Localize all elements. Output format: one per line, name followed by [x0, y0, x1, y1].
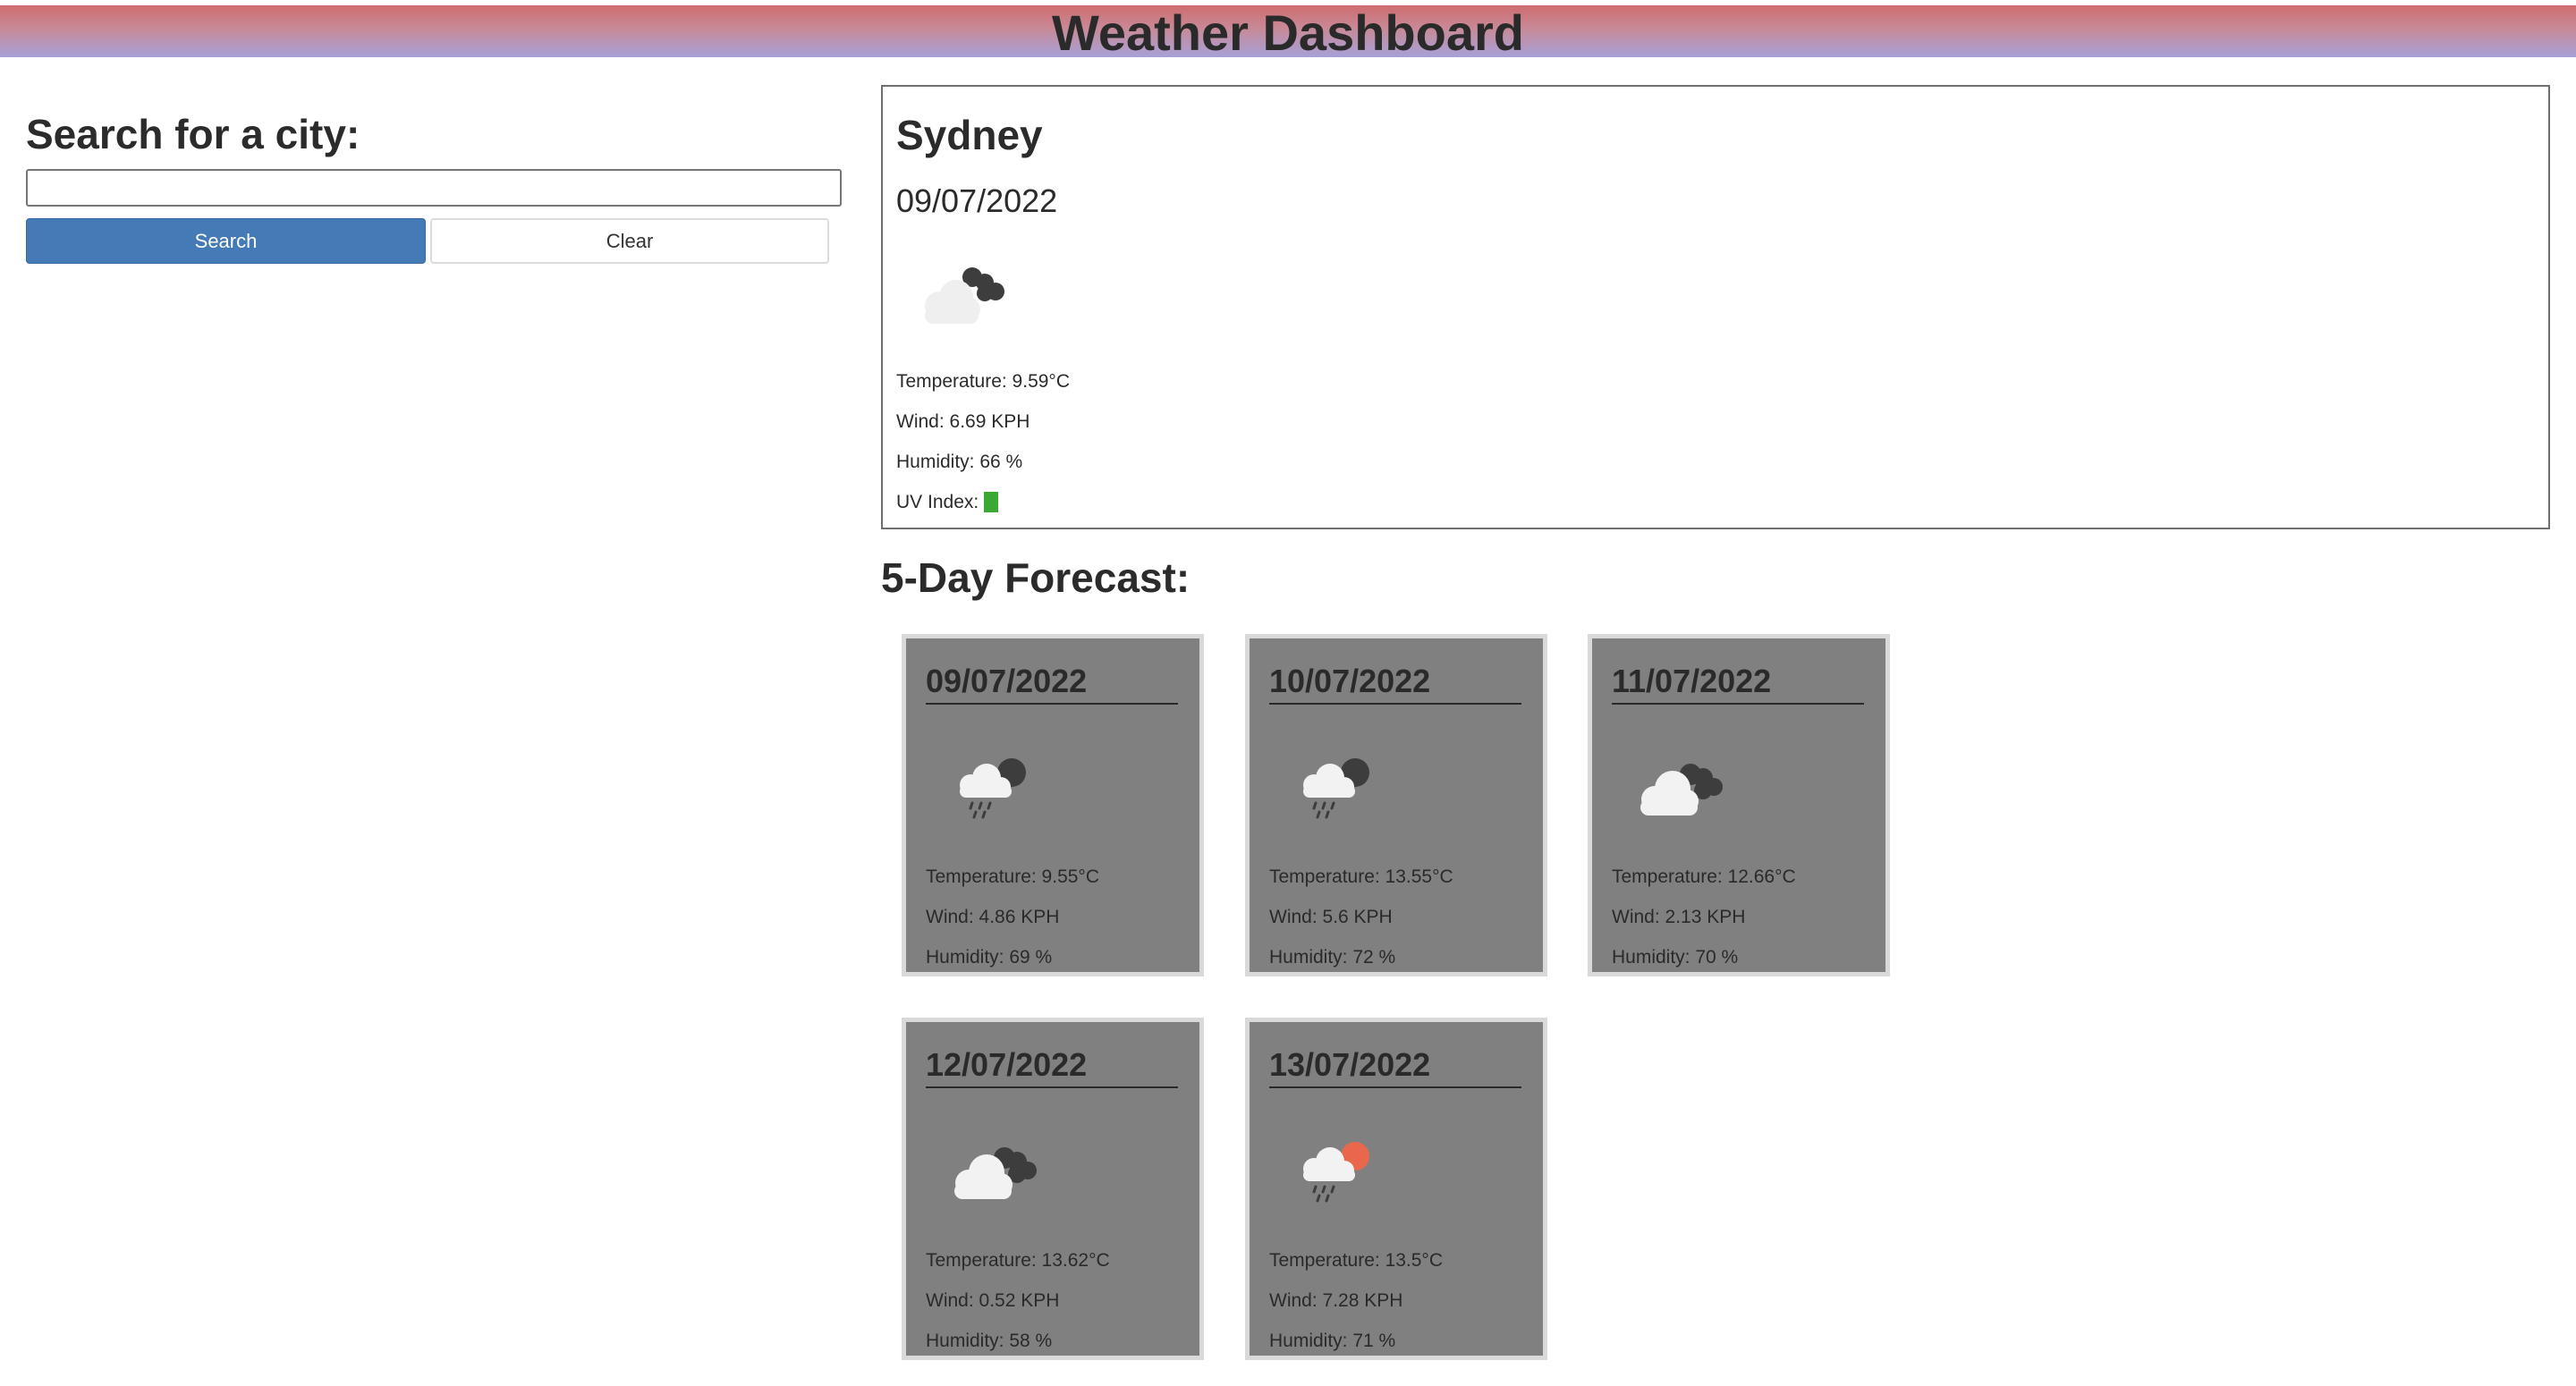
forecast-humidity: Humidity: 71 %	[1269, 1331, 1396, 1351]
forecast-date: 13/07/2022	[1269, 1045, 1521, 1088]
cloudy-icon	[1628, 746, 1735, 826]
current-temperature: Temperature: 9.59°C	[896, 371, 1070, 392]
forecast-wind: Wind: 5.6 KPH	[1269, 907, 1393, 927]
header-bar: Weather Dashboard	[0, 5, 2576, 61]
forecast-date: 12/07/2022	[926, 1045, 1178, 1088]
clear-button[interactable]: Clear	[430, 218, 829, 264]
current-wind: Wind: 6.69 KPH	[896, 411, 1030, 432]
forecast-humidity: Humidity: 69 %	[926, 947, 1053, 968]
forecast-wind: Wind: 4.86 KPH	[926, 907, 1060, 927]
forecast-date: 10/07/2022	[1269, 662, 1521, 705]
current-humidity: Humidity: 66 %	[896, 452, 1023, 472]
forecast-card: 12/07/2022 Temperature: 13.62°C Wind: 0.…	[902, 1018, 1204, 1360]
search-panel: Search for a city: Search Clear	[26, 107, 842, 264]
forecast-date: 11/07/2022	[1612, 662, 1864, 705]
city-name: Sydney	[896, 112, 1043, 158]
forecast-humidity: Humidity: 72 %	[1269, 947, 1396, 968]
search-button[interactable]: Search	[26, 218, 426, 264]
forecast-humidity: Humidity: 58 %	[926, 1331, 1053, 1351]
forecast-humidity: Humidity: 70 %	[1612, 947, 1739, 968]
forecast-card: 09/07/2022 Temperature: 9.55°C Wind: 4.8…	[902, 634, 1204, 976]
forecast-card: 10/07/2022 Temperature: 13.55°C Wind: 5.…	[1245, 634, 1547, 976]
forecast-temperature: Temperature: 12.66°C	[1612, 866, 1796, 887]
forecast-card: 13/07/2022 Temperature: 13.5°C Wind: 7.2…	[1245, 1018, 1547, 1360]
forecast-wind: Wind: 0.52 KPH	[926, 1290, 1060, 1311]
current-uv-index: UV Index: 0	[896, 490, 998, 515]
forecast-temperature: Temperature: 13.62°C	[926, 1250, 1110, 1271]
forecast-temperature: Temperature: 13.55°C	[1269, 866, 1453, 887]
page-title: Weather Dashboard	[1052, 4, 1524, 61]
uv-index-badge: 0	[984, 492, 998, 512]
cloudy-icon	[942, 1129, 1049, 1210]
search-title: Search for a city:	[26, 111, 360, 157]
forecast-date: 09/07/2022	[926, 662, 1178, 705]
current-date: 09/07/2022	[896, 182, 1058, 219]
forecast-title: 5-Day Forecast:	[881, 554, 1191, 601]
city-search-input[interactable]	[26, 169, 842, 207]
forecast-temperature: Temperature: 9.55°C	[926, 866, 1099, 887]
uv-index-label: UV Index:	[896, 492, 985, 512]
rain-sun-icon	[1285, 1129, 1393, 1210]
forecast-wind: Wind: 2.13 KPH	[1612, 907, 1746, 927]
forecast-temperature: Temperature: 13.5°C	[1269, 1250, 1443, 1271]
cloudy-icon	[910, 252, 1017, 342]
forecast-wind: Wind: 7.28 KPH	[1269, 1290, 1403, 1311]
rain-cloud-icon	[1285, 746, 1393, 826]
rain-cloud-icon	[942, 746, 1049, 826]
current-weather-panel: Sydney 09/07/2022 Temperature: 9.59°C Wi…	[881, 85, 2550, 529]
forecast-card: 11/07/2022 Temperature: 12.66°C Wind: 2.…	[1588, 634, 1890, 976]
